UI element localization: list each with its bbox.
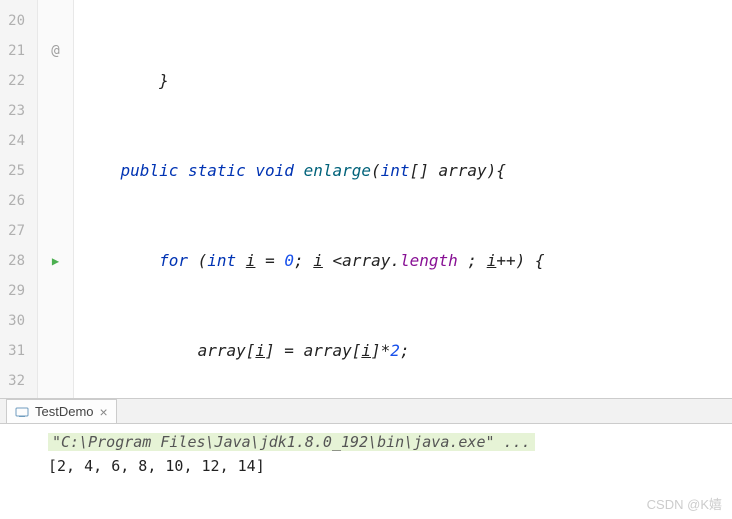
line-number: 26: [0, 186, 25, 216]
line-number: 30: [0, 306, 25, 336]
line-number: 29: [0, 276, 25, 306]
line-gutter: 20 21 22 23 24 25 26 27 28 29 30 31 32: [0, 0, 38, 398]
line-number: 21: [0, 36, 25, 66]
console-output[interactable]: "C:\Program Files\Java\jdk1.8.0_192\bin\…: [0, 424, 732, 484]
line-number: 24: [0, 126, 25, 156]
marker-column: @ ▶: [38, 0, 74, 398]
code-editor: 20 21 22 23 24 25 26 27 28 29 30 31 32 @…: [0, 0, 732, 398]
code-area[interactable]: } public static void enlarge(int[] array…: [74, 0, 732, 398]
run-gutter-icon[interactable]: ▶: [38, 246, 73, 276]
console-tab[interactable]: TestDemo ×: [6, 399, 117, 423]
console-tab-bar: TestDemo ×: [0, 398, 732, 424]
close-icon[interactable]: ×: [100, 404, 108, 420]
tab-label: TestDemo: [35, 404, 94, 419]
output-line: [2, 4, 6, 8, 10, 12, 14]: [48, 454, 722, 478]
watermark: CSDN @K嬉: [647, 494, 722, 513]
change-marker: @: [38, 36, 73, 66]
line-number: 25: [0, 156, 25, 186]
line-number: 23: [0, 96, 25, 126]
line-number: 32: [0, 366, 25, 396]
line-number: 28: [0, 246, 25, 276]
run-config-icon: [15, 405, 29, 419]
line-number: 27: [0, 216, 25, 246]
line-number: 20: [0, 6, 25, 36]
line-number: 22: [0, 66, 25, 96]
line-number: 31: [0, 336, 25, 366]
command-line: "C:\Program Files\Java\jdk1.8.0_192\bin\…: [48, 433, 535, 451]
